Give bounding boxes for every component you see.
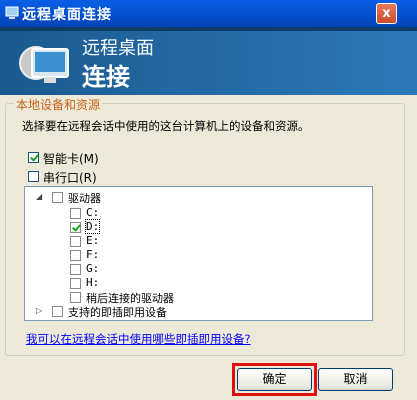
smartcard-label[interactable]: 智能卡(M) (43, 150, 99, 167)
collapse-arrow-icon[interactable]: ◢ (36, 192, 42, 201)
drive-h-label[interactable]: H: (86, 276, 99, 289)
banner-stripe (0, 27, 417, 31)
drive-g-checkbox[interactable] (70, 264, 81, 275)
monitor-icon (19, 46, 69, 83)
serial-port-checkbox[interactable] (28, 171, 39, 182)
smartcard-checkbox[interactable] (28, 152, 39, 163)
header-banner: 远程桌面 连接 (0, 27, 417, 95)
pnp-devices-label[interactable]: 支持的即插即用设备 (68, 304, 167, 320)
drive-d-checkbox[interactable] (70, 222, 81, 233)
close-button[interactable]: x (376, 3, 397, 24)
later-drives-checkbox[interactable] (70, 292, 81, 303)
expand-arrow-icon[interactable]: ▷ (36, 306, 42, 315)
drive-e-label[interactable]: E: (86, 234, 99, 247)
drive-e-checkbox[interactable] (70, 236, 81, 247)
drive-f-checkbox[interactable] (70, 250, 81, 261)
drives-label[interactable]: 驱动器 (68, 190, 101, 206)
drives-checkbox[interactable] (52, 192, 63, 203)
drive-g-label[interactable]: G: (86, 262, 99, 275)
remote-desktop-icon (5, 6, 19, 19)
drive-c-label[interactable]: C: (86, 206, 99, 219)
group-description: 选择要在远程会话中使用的这台计算机上的设备和资源。 (22, 119, 310, 133)
window-title: 远程桌面连接 (22, 7, 112, 23)
cancel-button[interactable]: 取消 (318, 368, 393, 391)
highlight-annotation (232, 363, 317, 396)
pnp-devices-checkbox[interactable] (52, 306, 63, 317)
drive-c-checkbox[interactable] (70, 208, 81, 219)
group-label: 本地设备和资源 (14, 96, 103, 113)
title-bar[interactable]: 远程桌面连接 x (0, 0, 417, 27)
remote-desktop-dialog: 远程桌面连接 x 远程桌面 连接 本地设备和资源 选择要在远程会话中使用的这台计… (0, 0, 417, 400)
drive-f-label[interactable]: F: (86, 248, 99, 261)
banner-subtitle: 连接 (82, 63, 130, 91)
pnp-help-link[interactable]: 我可以在远程会话中使用哪些即插即用设备? (26, 331, 251, 347)
drive-d-label[interactable]: D: (84, 219, 101, 234)
device-tree[interactable]: ◢ 驱动器 C: D: E: F: G: H: 稍后连接的驱动器 ▷ 支持的即插… (24, 186, 373, 321)
drive-h-checkbox[interactable] (70, 278, 81, 289)
serial-port-label[interactable]: 串行口(R) (43, 169, 97, 186)
